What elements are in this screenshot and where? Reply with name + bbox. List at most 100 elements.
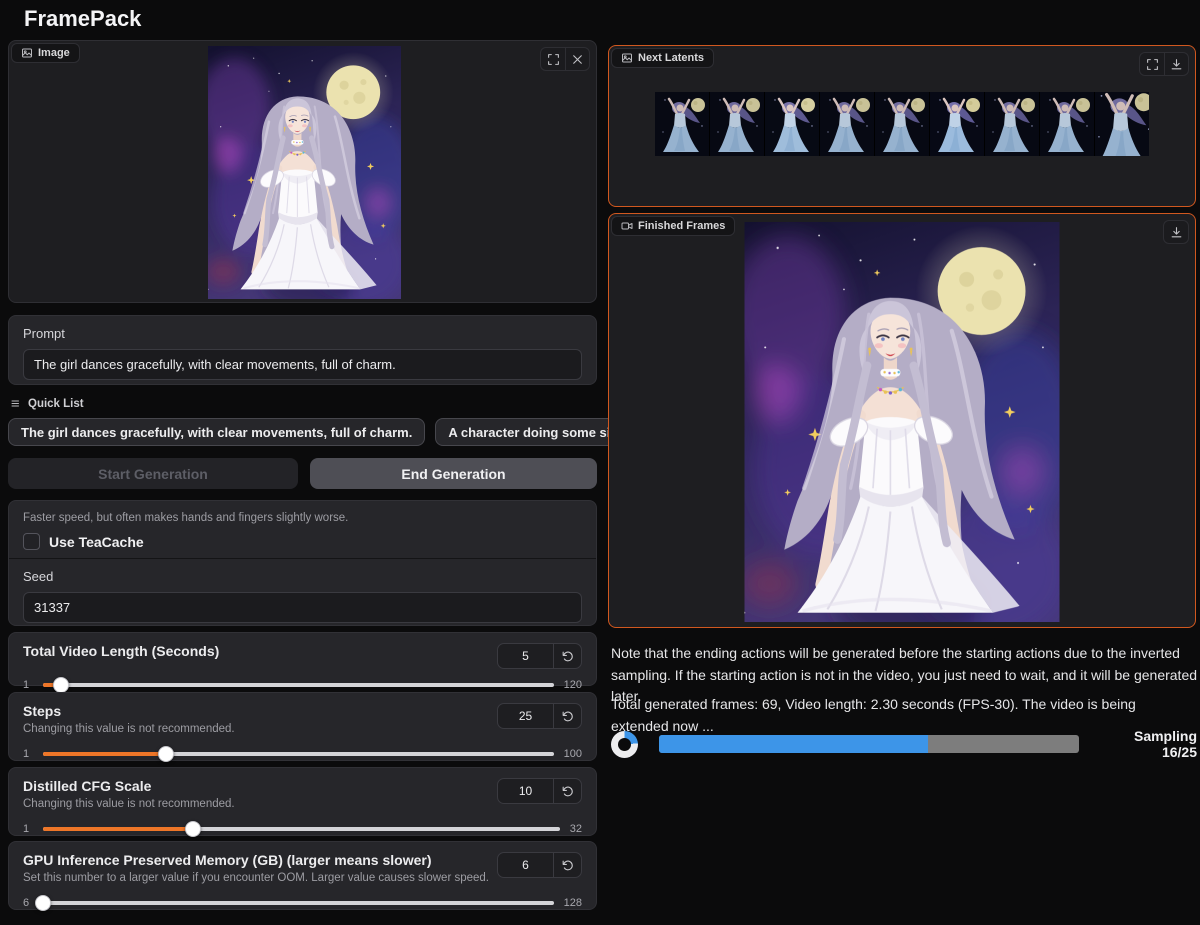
slider-min: 6 xyxy=(23,897,33,909)
slider-steps-controls: 25 xyxy=(497,703,582,729)
framepack-app: FramePack Image Prompt Quick List The gi… xyxy=(0,0,1200,925)
reset-button[interactable] xyxy=(554,853,581,877)
slider-gpu-label: GPU Inference Preserved Memory (GB) (lar… xyxy=(23,852,489,868)
image-panel-actions xyxy=(540,47,590,71)
slider-video-length: Total Video Length (Seconds) 5 1 120 xyxy=(8,632,597,686)
slider-steps-label: Steps xyxy=(23,703,235,719)
slider-cfg-value[interactable]: 10 xyxy=(498,779,554,803)
finished-frames-label: Finished Frames xyxy=(611,216,735,236)
teacache-checkbox[interactable] xyxy=(23,533,40,550)
slider-gpu-thumb[interactable] xyxy=(35,895,51,911)
reset-button[interactable] xyxy=(554,704,581,728)
latent-frame[interactable] xyxy=(985,92,1039,156)
fullscreen-button[interactable] xyxy=(1140,53,1164,75)
seed-block: Seed xyxy=(9,560,596,632)
image-icon xyxy=(21,47,33,59)
latent-frame-image xyxy=(765,92,819,156)
latent-frame[interactable] xyxy=(820,92,874,156)
image-icon xyxy=(621,52,633,64)
download-icon xyxy=(1170,58,1183,71)
reset-icon xyxy=(561,650,574,663)
next-latents-actions xyxy=(1139,52,1189,76)
slider-video-length-thumb[interactable] xyxy=(53,677,69,693)
reset-button[interactable] xyxy=(554,779,581,803)
slider-min: 1 xyxy=(23,679,33,691)
slider-cfg-thumb[interactable] xyxy=(185,821,201,837)
latent-frame[interactable] xyxy=(1095,92,1149,156)
progress-bar xyxy=(659,735,1079,753)
end-generation-button[interactable]: End Generation xyxy=(310,458,597,489)
download-icon xyxy=(1170,226,1183,239)
slider-min: 1 xyxy=(23,748,33,760)
slider-steps-info: Changing this value is not recommended. xyxy=(23,723,235,735)
slider-cfg-track[interactable] xyxy=(43,827,560,831)
slider-max: 120 xyxy=(564,679,582,691)
start-generation-button[interactable]: Start Generation xyxy=(8,458,298,489)
reset-icon xyxy=(561,859,574,872)
slider-steps: Steps Changing this value is not recomme… xyxy=(8,692,597,761)
page-title: FramePack xyxy=(24,6,141,32)
slider-cfg-label: Distilled CFG Scale xyxy=(23,778,235,794)
reset-button[interactable] xyxy=(554,644,581,668)
slider-max: 128 xyxy=(564,897,582,909)
seed-input[interactable] xyxy=(23,592,582,623)
slider-video-length-value[interactable]: 5 xyxy=(498,644,554,668)
clear-image-button[interactable] xyxy=(565,48,589,70)
download-button[interactable] xyxy=(1164,53,1188,75)
video-icon xyxy=(621,220,633,232)
slider-steps-thumb[interactable] xyxy=(158,746,174,762)
slider-min: 1 xyxy=(23,823,33,835)
slider-video-length-label: Total Video Length (Seconds) xyxy=(23,643,219,659)
next-latents-panel: Next Latents xyxy=(608,45,1196,207)
slider-gpu-memory: GPU Inference Preserved Memory (GB) (lar… xyxy=(8,841,597,910)
slider-steps-track[interactable] xyxy=(43,752,554,756)
latent-frame-image xyxy=(875,92,929,156)
latent-frame-image xyxy=(1040,92,1094,156)
latent-frame[interactable] xyxy=(875,92,929,156)
slider-cfg: Distilled CFG Scale Changing this value … xyxy=(8,767,597,836)
slider-video-length-track[interactable] xyxy=(43,683,554,687)
input-image-panel: Image xyxy=(8,40,597,303)
fullscreen-button[interactable] xyxy=(541,48,565,70)
quick-prompt-button-1[interactable]: The girl dances gracefully, with clear m… xyxy=(8,418,425,446)
reset-icon xyxy=(561,710,574,723)
latents-strip[interactable] xyxy=(655,92,1149,156)
latent-frame[interactable] xyxy=(930,92,984,156)
slider-max: 100 xyxy=(564,748,582,760)
form-separator xyxy=(9,558,596,559)
latent-frame-image xyxy=(985,92,1039,156)
prompt-block: Prompt xyxy=(8,315,597,385)
slider-max: 32 xyxy=(570,823,582,835)
latent-frame[interactable] xyxy=(655,92,709,156)
progress-bar-fill xyxy=(659,735,928,753)
progress-label: Sampling 16/25 xyxy=(1097,728,1197,760)
latent-frame[interactable] xyxy=(710,92,764,156)
next-latents-label: Next Latents xyxy=(611,48,714,68)
input-image-preview[interactable] xyxy=(208,46,401,299)
finished-frames-actions xyxy=(1163,220,1189,244)
latent-frame-image xyxy=(820,92,874,156)
latent-frame[interactable] xyxy=(765,92,819,156)
progress-row: Sampling 16/25 xyxy=(611,728,1197,760)
close-icon xyxy=(571,53,584,66)
latent-frame-image xyxy=(655,92,709,156)
list-icon xyxy=(10,398,22,410)
teacache-checkbox-row[interactable]: Use TeaCache xyxy=(23,533,582,550)
prompt-input[interactable] xyxy=(23,349,582,380)
slider-gpu-track[interactable] xyxy=(43,901,554,905)
quick-list-label: Quick List xyxy=(10,398,84,410)
slider-gpu-controls: 6 xyxy=(497,852,582,878)
slider-steps-value[interactable]: 25 xyxy=(498,704,554,728)
slider-cfg-controls: 10 xyxy=(497,778,582,804)
latent-frame[interactable] xyxy=(1040,92,1094,156)
slider-video-length-controls: 5 xyxy=(497,643,582,669)
teacache-label: Use TeaCache xyxy=(49,534,144,550)
slider-gpu-value[interactable]: 6 xyxy=(498,853,554,877)
image-panel-label: Image xyxy=(11,43,80,63)
download-button[interactable] xyxy=(1164,221,1188,243)
finished-frames-preview[interactable] xyxy=(745,222,1060,622)
finished-frames-panel: Finished Frames xyxy=(608,213,1196,628)
teacache-info: Faster speed, but often makes hands and … xyxy=(23,512,582,524)
seed-label: Seed xyxy=(23,569,582,584)
reset-icon xyxy=(561,785,574,798)
